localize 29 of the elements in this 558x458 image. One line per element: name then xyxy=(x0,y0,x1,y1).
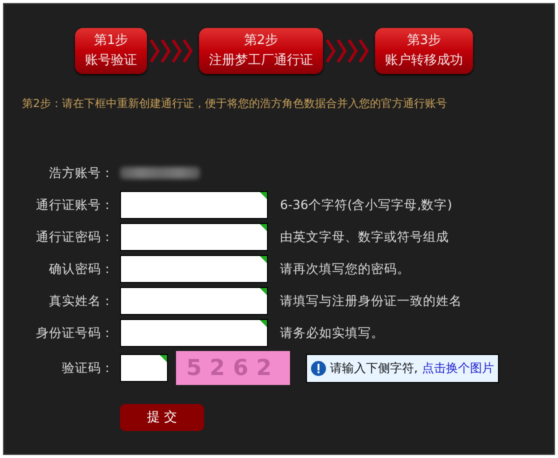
info-icon xyxy=(311,360,326,376)
input-field[interactable] xyxy=(120,255,268,283)
input-field[interactable] xyxy=(120,287,268,315)
step-label: 注册梦工厂通行证 xyxy=(209,52,313,70)
refresh-image-link[interactable]: 点击换个图片 xyxy=(422,360,494,376)
step-label: 账户转移成功 xyxy=(385,52,463,70)
input-field[interactable] xyxy=(120,191,268,219)
tip-text: 请输入下侧字符, xyxy=(330,360,418,376)
step-number: 第3步 xyxy=(406,32,442,50)
field-label: 通行证账号： xyxy=(35,196,114,214)
field-hint: 请填写与注册身份证一致的姓名 xyxy=(280,292,462,310)
submit-button[interactable]: 提 交 xyxy=(120,404,204,430)
step-number: 第1步 xyxy=(94,32,128,50)
field-label: 浩方账号： xyxy=(48,164,114,182)
step-number: 第2步 xyxy=(244,32,278,50)
field-hint: 请务必如实填写。 xyxy=(280,324,384,342)
captcha-field[interactable] xyxy=(120,354,168,382)
field-label: 通行证密码： xyxy=(35,228,114,246)
field-hint: 6-36个字符(含小写字母,数字) xyxy=(280,196,452,214)
input-field[interactable] xyxy=(120,319,268,347)
field-hint: 请再次填写您的密码。 xyxy=(280,260,410,278)
field-label: 确认密码： xyxy=(48,260,114,278)
step-label: 账号验证 xyxy=(85,52,137,70)
instruction-text: 第2步：请在下框中重新创建通行证，便于将您的浩方角色数据合并入您的官方通行账号 xyxy=(22,96,448,111)
input-field[interactable] xyxy=(120,223,268,251)
field-label: 身份证号码： xyxy=(35,324,114,342)
field-hint: 由英文字母、数字或符号组成 xyxy=(280,228,449,246)
field-label: 验证码： xyxy=(61,360,114,376)
field-label: 真实姓名： xyxy=(48,292,114,310)
